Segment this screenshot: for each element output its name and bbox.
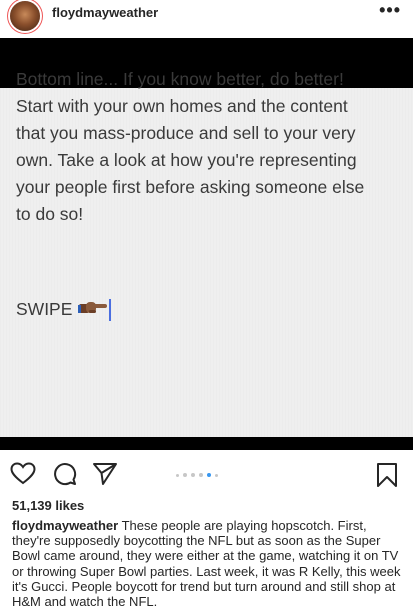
caption-line: or throwing Super Bowl parties. Last wee…	[12, 563, 401, 579]
share-button[interactable]	[92, 462, 118, 491]
send-icon	[93, 463, 117, 485]
carousel-dot	[183, 473, 187, 477]
caption-line: they're supposedly boycotting the NFL bu…	[12, 533, 381, 549]
post-text-line: that you mass-produce and sell to your v…	[16, 123, 356, 143]
caption-line: it's Gucci. People boycott for trend but…	[12, 578, 396, 594]
carousel-dot-active	[207, 473, 211, 477]
carousel-dot	[215, 473, 218, 477]
bookmark-icon	[377, 463, 397, 487]
caption-line: H&M and watch the NFL.	[12, 594, 158, 609]
likes-count[interactable]: 51,139 likes	[12, 498, 84, 513]
post-text-line: your people first before asking someone …	[16, 177, 365, 197]
post-image-text: Bottom line... If you know better, do be…	[16, 66, 401, 228]
caption-line: Bowl came around, they were either at th…	[12, 548, 399, 564]
carousel-dot	[199, 473, 203, 477]
swipe-prompt: SWIPE	[16, 298, 112, 321]
post-header: floydmayweather •••	[0, 0, 413, 36]
swipe-label: SWIPE	[16, 299, 73, 319]
username[interactable]: floydmayweather	[52, 5, 158, 20]
like-button[interactable]	[10, 462, 36, 491]
save-button[interactable]	[376, 462, 398, 493]
comment-button[interactable]	[53, 462, 77, 491]
more-options-button[interactable]: •••	[379, 0, 401, 21]
carousel-dot	[176, 473, 179, 477]
heart-icon	[10, 462, 36, 485]
caption: floydmayweather These people are playing…	[12, 518, 402, 609]
avatar[interactable]	[10, 1, 40, 31]
post-text-line: own. Take a look at how you're represent…	[16, 150, 357, 170]
carousel-indicator	[176, 473, 218, 477]
pointing-hand-icon	[78, 298, 108, 321]
comment-icon	[54, 463, 77, 486]
caption-username[interactable]: floydmayweather	[12, 518, 118, 533]
action-bar	[0, 456, 413, 492]
carousel-dot	[191, 473, 195, 477]
post-text-line: Start with your own homes and the conten…	[16, 96, 348, 116]
text-cursor	[109, 298, 112, 321]
post-text-line: Bottom line... If you know better, do be…	[16, 69, 344, 89]
post-text-line: to do so!	[16, 204, 84, 224]
caption-line: These people are playing hopscotch. Firs…	[121, 518, 367, 533]
